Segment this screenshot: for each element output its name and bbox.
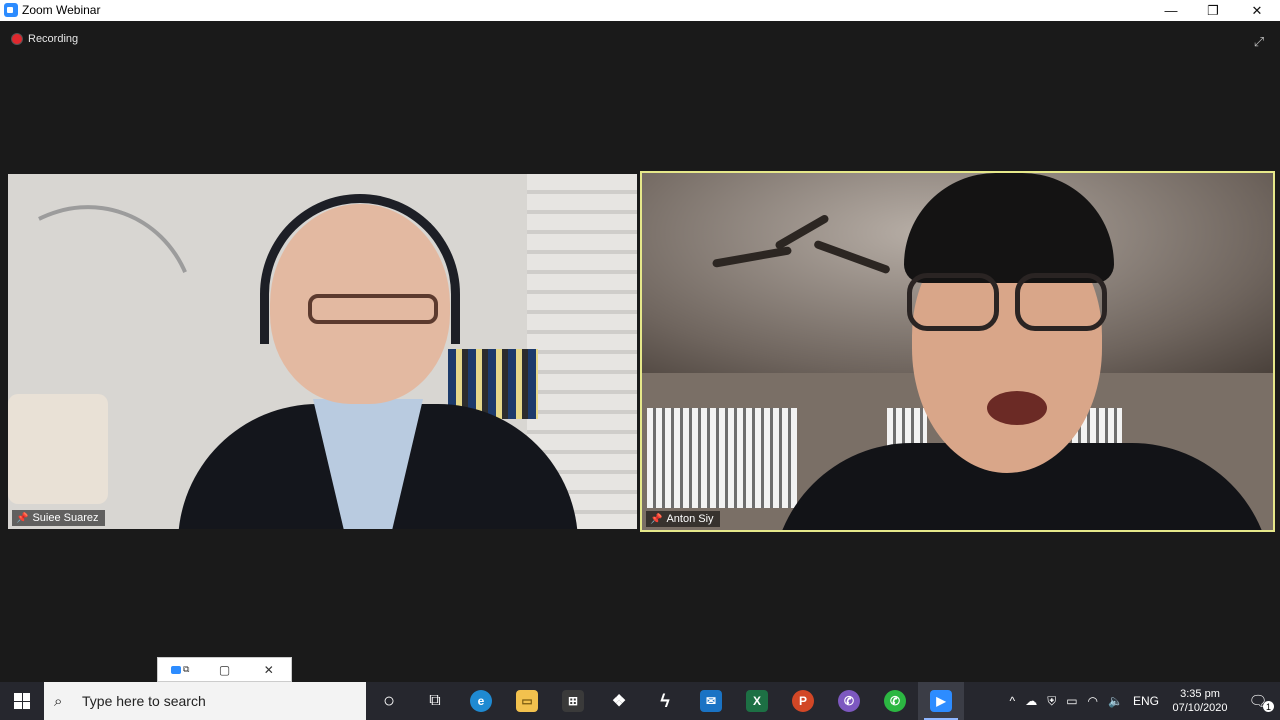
- ceiling-fan: [711, 213, 892, 283]
- windows-logo-icon: [14, 693, 30, 709]
- zoom-logo-icon: [4, 3, 18, 17]
- search-icon: ⌕: [54, 692, 63, 710]
- participant-name-tag: 📌 Suiee Suarez: [12, 510, 105, 526]
- action-center-button[interactable]: 🗨 1: [1236, 682, 1280, 720]
- bolt-app-button[interactable]: ϟ: [642, 682, 688, 720]
- viber-icon: ✆: [838, 690, 860, 712]
- pin-icon: 📌: [650, 513, 663, 525]
- volume-icon[interactable]: 🔈: [1103, 682, 1128, 720]
- viber-button[interactable]: ✆: [826, 682, 872, 720]
- clock[interactable]: 3:35 pm 07/10/2020: [1164, 682, 1236, 720]
- bolt-icon: ϟ: [660, 690, 670, 711]
- clock-time: 3:35 pm: [1180, 688, 1220, 700]
- zoom-camera-icon: [170, 665, 181, 674]
- meeting-area: Recording ⤢ 📌 Suiee Suarez 📌 Anton Siy: [0, 21, 1280, 682]
- participant-video: [987, 391, 1047, 425]
- participant-video: [907, 273, 1107, 333]
- video-background: [647, 408, 797, 508]
- title-bar: Zoom Webinar — ❐ ✕: [0, 0, 1280, 21]
- recording-indicator[interactable]: Recording: [12, 33, 78, 45]
- mini-restore-button[interactable]: ▢: [202, 663, 246, 677]
- windows-taskbar: ⌕ Type here to search ○ ⧉ e ▭ ⊞ ❖ ϟ ✉ X …: [0, 682, 1280, 720]
- video-tile-suiee-suarez[interactable]: 📌 Suiee Suarez: [8, 174, 637, 529]
- zoom-icon: ▶: [930, 690, 952, 712]
- wifi-icon[interactable]: ◠: [1083, 682, 1103, 720]
- window-switch-icon: ⧉: [182, 664, 190, 674]
- security-icon[interactable]: ⛨: [1042, 682, 1061, 720]
- excel-button[interactable]: X: [734, 682, 780, 720]
- whatsapp-icon: ✆: [884, 690, 906, 712]
- participant-video: [308, 294, 438, 324]
- cortana-button[interactable]: ○: [366, 682, 412, 720]
- show-hidden-icons-button[interactable]: ^: [1005, 682, 1021, 720]
- excel-icon: X: [746, 690, 768, 712]
- search-placeholder: Type here to search: [82, 693, 206, 709]
- folder-icon: ▭: [516, 690, 538, 712]
- recording-label: Recording: [28, 33, 79, 45]
- store-icon: ⊞: [562, 690, 584, 712]
- task-view-button[interactable]: ⧉: [412, 682, 458, 720]
- file-explorer-button[interactable]: ▭: [504, 682, 550, 720]
- notification-count: 1: [1263, 701, 1274, 712]
- minimize-button[interactable]: —: [1148, 0, 1194, 21]
- language-indicator[interactable]: ENG: [1128, 682, 1164, 720]
- window-title: Zoom Webinar: [22, 3, 101, 17]
- whatsapp-button[interactable]: ✆: [872, 682, 918, 720]
- video-background: [8, 394, 108, 504]
- mail-button[interactable]: ✉: [688, 682, 734, 720]
- zoom-mini-window-controls: ⧉ ▢ ✕: [157, 657, 292, 682]
- video-tile-anton-siy[interactable]: 📌 Anton Siy: [640, 171, 1275, 532]
- clock-date: 07/10/2020: [1172, 702, 1228, 714]
- dropbox-icon: ❖: [611, 693, 627, 710]
- store-button[interactable]: ⊞: [550, 682, 596, 720]
- battery-icon[interactable]: ▭: [1061, 682, 1082, 720]
- fullscreen-icon[interactable]: ⤢: [1250, 33, 1268, 51]
- participant-name: Anton Siy: [666, 513, 714, 525]
- zoom-thumbnail-button[interactable]: ⧉: [158, 664, 202, 675]
- mail-icon: ✉: [700, 690, 722, 712]
- pin-icon: 📌: [16, 512, 29, 524]
- onedrive-icon[interactable]: ☁: [1020, 682, 1042, 720]
- taskbar-search-box[interactable]: ⌕ Type here to search: [44, 682, 366, 720]
- zoom-taskbar-button[interactable]: ▶: [918, 682, 964, 720]
- task-view-icon: ⧉: [429, 692, 441, 709]
- close-button[interactable]: ✕: [1234, 0, 1280, 21]
- recording-dot-icon: [12, 34, 22, 44]
- dropbox-button[interactable]: ❖: [596, 682, 642, 720]
- edge-button[interactable]: e: [458, 682, 504, 720]
- powerpoint-icon: P: [792, 690, 814, 712]
- mini-close-button[interactable]: ✕: [247, 663, 291, 677]
- powerpoint-button[interactable]: P: [780, 682, 826, 720]
- edge-icon: e: [470, 690, 492, 712]
- maximize-button[interactable]: ❐: [1190, 0, 1236, 21]
- system-tray: ^ ☁ ⛨ ▭ ◠ 🔈 ENG 3:35 pm 07/10/2020 🗨 1: [1005, 682, 1280, 720]
- participant-name-tag: 📌 Anton Siy: [646, 511, 720, 527]
- start-button[interactable]: [0, 682, 44, 720]
- cortana-icon: ○: [382, 689, 396, 712]
- participant-name: Suiee Suarez: [32, 512, 99, 524]
